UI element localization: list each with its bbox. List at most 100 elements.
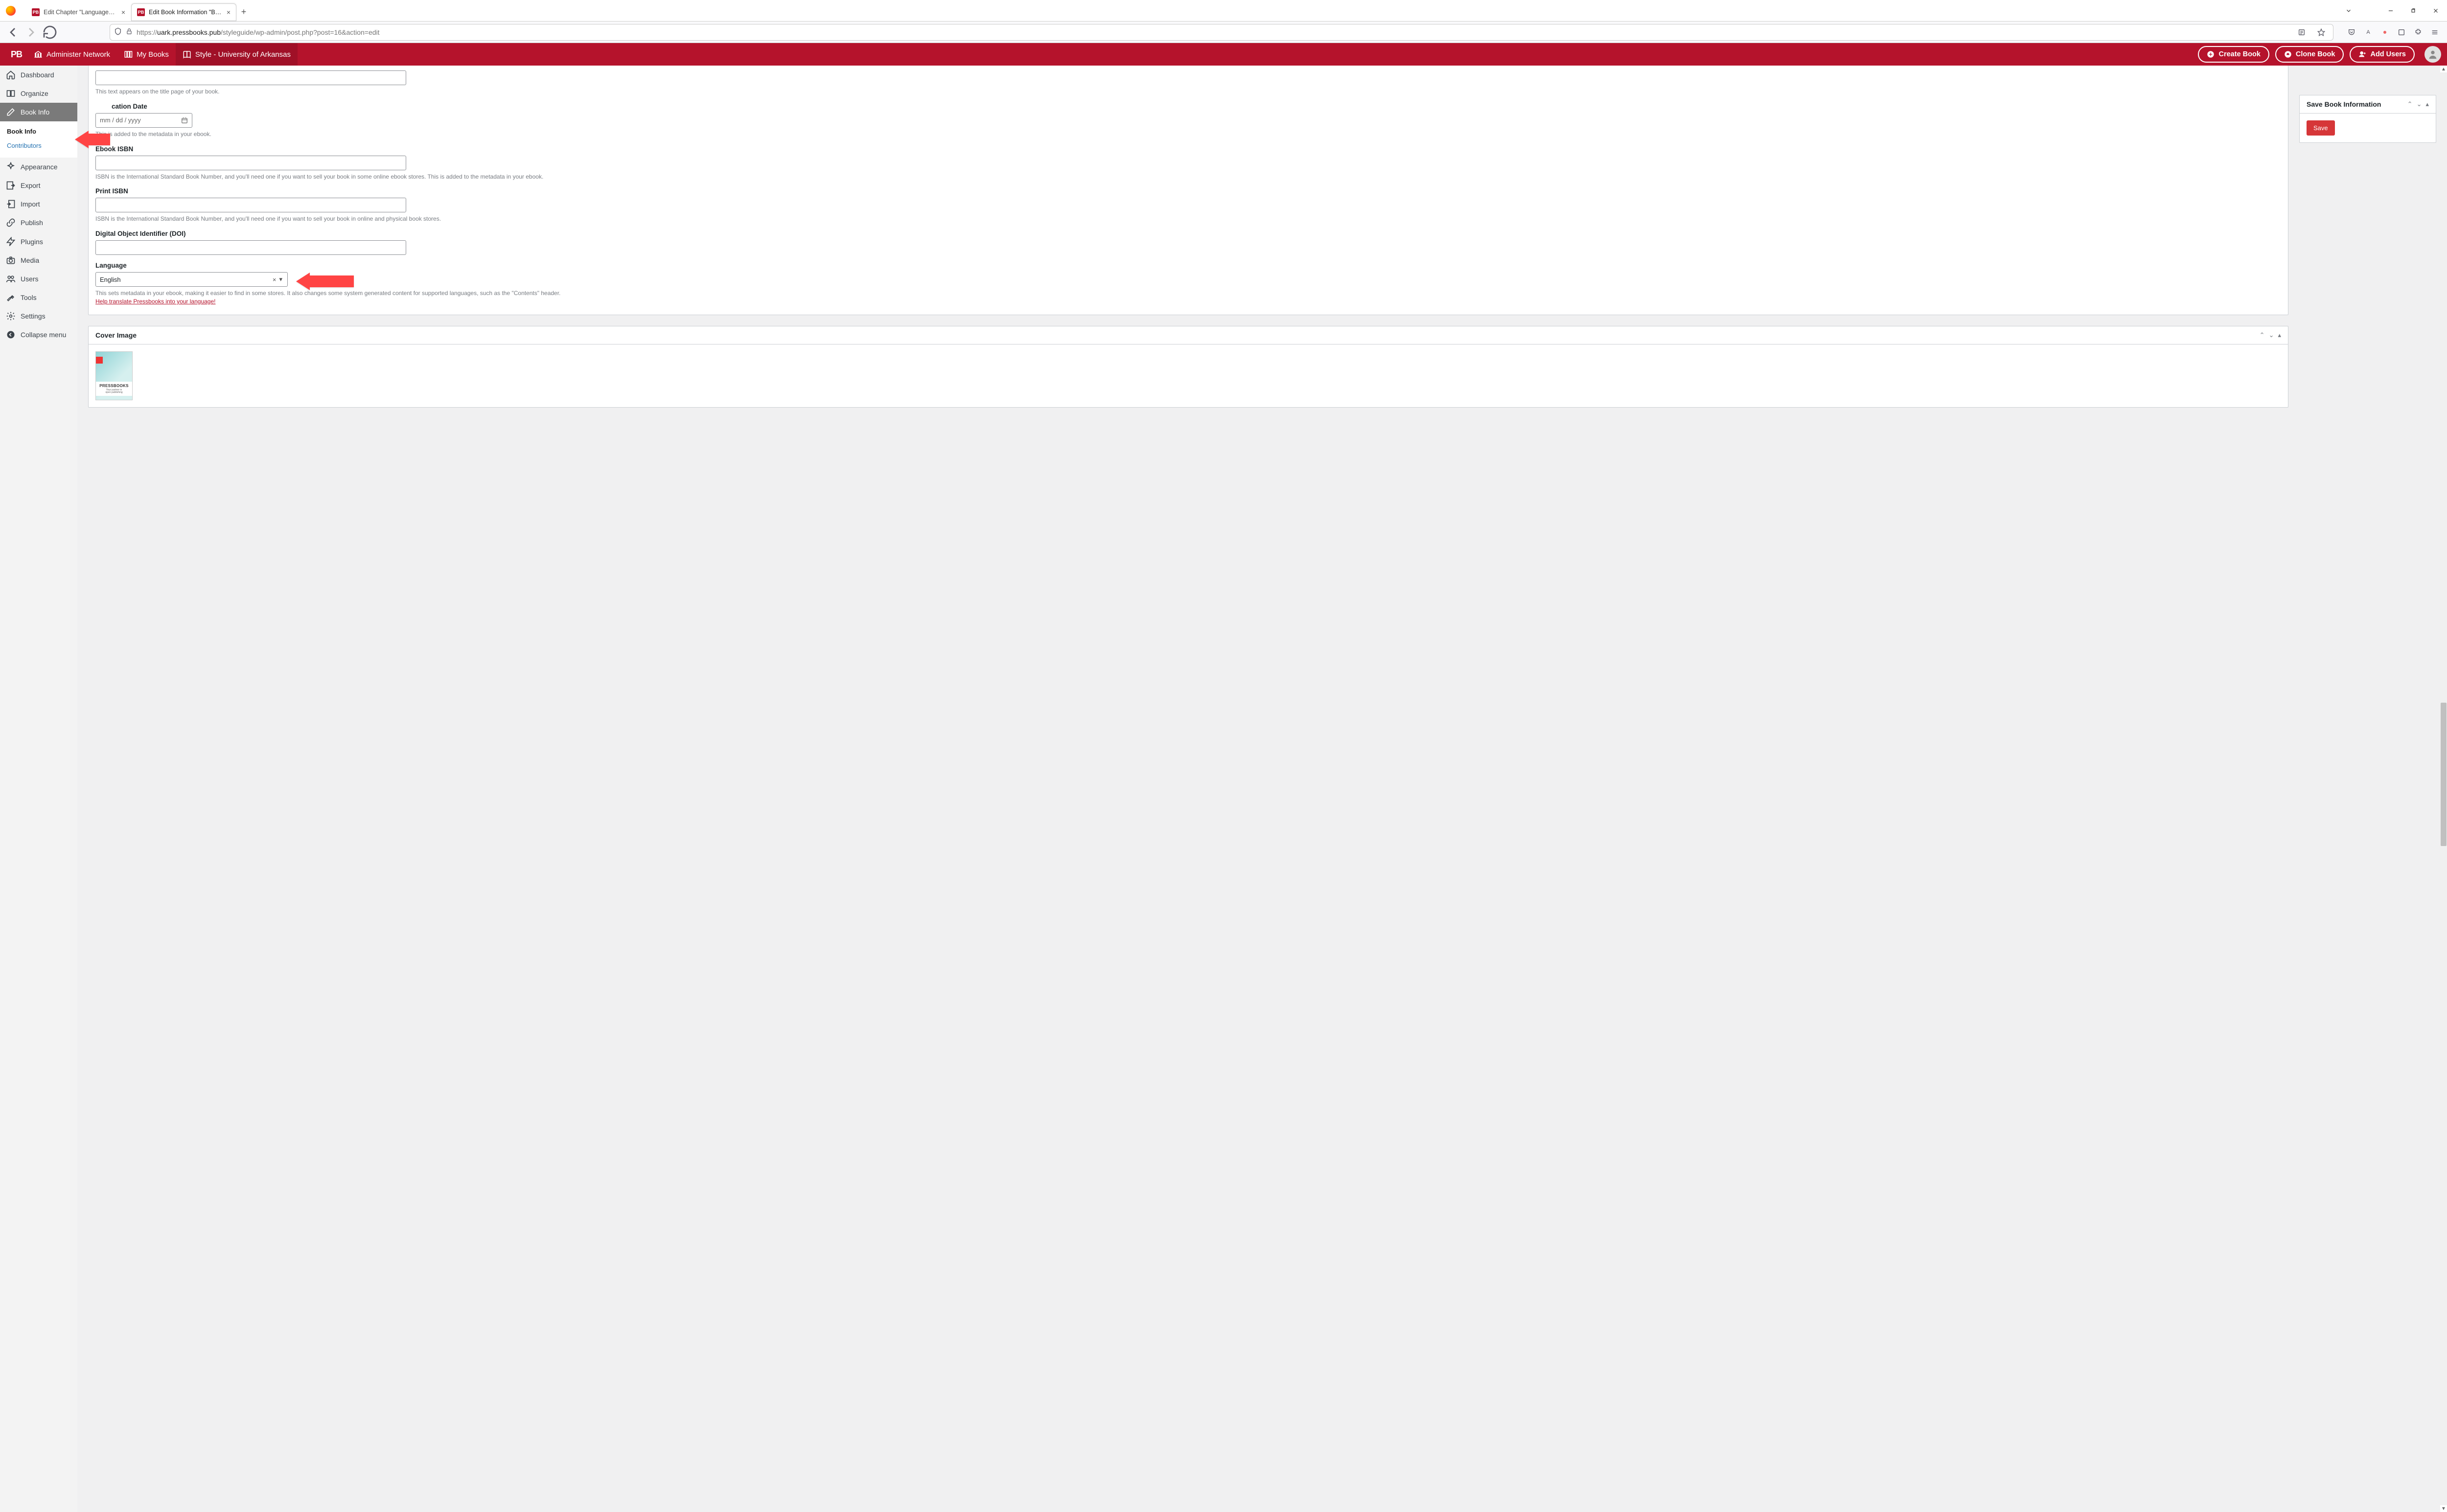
publication-date-input[interactable]: mm / dd / yyyy — [95, 113, 192, 128]
metadata-postbox: This text appears on the title page of y… — [88, 66, 2288, 315]
sidebar-item-import[interactable]: Import — [0, 195, 77, 213]
url-text: https://uark.pressbooks.pub/styleguide/w… — [137, 28, 2290, 36]
firefox-icon — [6, 6, 16, 16]
main-content: This text appears on the title page of y… — [77, 66, 2447, 1512]
workspace: Dashboard Organize Book Info Book Info C… — [0, 66, 2447, 1512]
translate-link[interactable]: Help translate Pressbooks into your lang… — [95, 298, 215, 305]
print-isbn-input[interactable] — [95, 198, 406, 212]
sidebar-item-export[interactable]: Export — [0, 176, 77, 195]
field-label: Print ISBN — [95, 187, 2281, 195]
adminbar-administer-network[interactable]: Administer Network — [27, 43, 117, 66]
extension-icon-1[interactable] — [2378, 24, 2392, 40]
browser-toolbar: https://uark.pressbooks.pub/styleguide/w… — [0, 22, 2447, 43]
move-up-icon[interactable]: ⌃ — [2260, 331, 2265, 339]
annotation-arrow-language — [296, 273, 354, 290]
open-book-icon — [6, 89, 16, 98]
adminbar-current-book[interactable]: Style - University of Arkansas — [176, 43, 298, 66]
window-close-button[interactable] — [2424, 0, 2447, 22]
pressbooks-favicon-icon: PB — [32, 8, 40, 16]
add-users-button[interactable]: Add Users — [2350, 46, 2415, 63]
chevron-down-icon[interactable]: ▾ — [278, 275, 283, 283]
tabs-dropdown-icon[interactable] — [2337, 0, 2360, 22]
reader-mode-icon[interactable] — [2294, 24, 2309, 40]
sidebar-item-organize[interactable]: Organize — [0, 84, 77, 103]
scroll-down-icon[interactable]: ▼ — [2440, 1505, 2447, 1512]
cover-image-postbox: Cover Image ⌃ ⌄ ▴ PRESSBOOKS Your partne… — [88, 326, 2288, 408]
adminbar-my-books[interactable]: My Books — [117, 43, 176, 66]
browser-tab-1[interactable]: PB Edit Chapter "Languages" ‹ Styl × — [26, 3, 131, 21]
admin-sidebar: Dashboard Organize Book Info Book Info C… — [0, 66, 77, 1512]
pressbooks-admin-bar: PB Administer Network My Books Style - U… — [0, 43, 2447, 66]
open-book-icon — [183, 50, 191, 59]
doi-field: Digital Object Identifier (DOI) — [95, 230, 2281, 255]
url-bar[interactable]: https://uark.pressbooks.pub/styleguide/w… — [110, 24, 2333, 41]
save-button[interactable]: Save — [2307, 120, 2335, 136]
sidebar-item-appearance[interactable]: Appearance — [0, 158, 77, 176]
sparkle-icon — [6, 162, 16, 172]
sidebar-item-plugins[interactable]: Plugins — [0, 232, 77, 251]
clear-icon[interactable]: × — [271, 276, 278, 283]
sidebar-item-publish[interactable]: Publish — [0, 213, 77, 232]
tab-close-icon[interactable]: × — [227, 8, 231, 16]
text-size-icon[interactable]: A — [2361, 24, 2376, 40]
sidebar-item-collapse[interactable]: Collapse menu — [0, 325, 77, 344]
postbox-title: Save Book Information — [2307, 100, 2381, 108]
tab-close-icon[interactable]: × — [121, 8, 125, 16]
new-tab-button[interactable]: + — [236, 7, 251, 17]
ebook-isbn-input[interactable] — [95, 156, 406, 170]
sidebar-item-settings[interactable]: Settings — [0, 307, 77, 325]
browser-tab-2[interactable]: PB Edit Book Information "Book Inf × — [131, 3, 236, 21]
create-book-button[interactable]: Create Book — [2198, 46, 2269, 63]
publication-date-field: Publication Date mm / dd / yyyy This is … — [95, 103, 2281, 138]
sidebar-item-users[interactable]: Users — [0, 270, 77, 288]
window-minimize-button[interactable] — [2379, 0, 2402, 22]
sidebar-item-tools[interactable]: Tools — [0, 288, 77, 307]
toggle-panel-icon[interactable]: ▴ — [2278, 331, 2281, 339]
scrollbar-thumb[interactable] — [2441, 703, 2447, 846]
language-select[interactable]: English × ▾ — [95, 272, 288, 287]
sidebar-item-bookinfo[interactable]: Book Info — [0, 103, 77, 121]
titlepage-text-input[interactable] — [95, 70, 406, 85]
app-menu-icon[interactable] — [2427, 24, 2442, 40]
doi-input[interactable] — [95, 240, 406, 255]
sidebar-item-media[interactable]: Media — [0, 251, 77, 270]
save-postbox: Save Book Information ⌃ ⌄ ▴ Save — [2299, 95, 2436, 143]
sidebar-sub-bookinfo[interactable]: Book Info — [0, 124, 77, 138]
sidebar-sub-contributors[interactable]: Contributors — [0, 138, 77, 153]
scroll-up-icon[interactable]: ▲ — [2440, 66, 2447, 72]
plus-circle-icon — [2207, 50, 2215, 58]
pressbooks-favicon-icon: PB — [137, 8, 145, 16]
nav-forward-button[interactable] — [23, 24, 39, 40]
calendar-icon — [181, 117, 188, 124]
clone-book-button[interactable]: Clone Book — [2275, 46, 2344, 63]
books-icon — [124, 50, 133, 59]
nav-back-button[interactable] — [5, 24, 21, 40]
window-restore-button[interactable] — [2402, 0, 2424, 22]
hint-text: ISBN is the International Standard Book … — [95, 173, 2281, 181]
sidebar-submenu-bookinfo: Book Info Contributors — [0, 121, 77, 158]
field-label: Ebook ISBN — [95, 145, 2281, 153]
pocket-icon[interactable] — [2344, 24, 2359, 40]
hint-text: This is added to the metadata in your eb… — [95, 130, 2281, 138]
move-up-icon[interactable]: ⌃ — [2407, 100, 2413, 108]
clone-circle-icon — [2284, 50, 2292, 58]
gear-icon — [6, 311, 16, 321]
link-icon — [6, 218, 16, 228]
pressbooks-logo[interactable]: PB — [6, 49, 27, 60]
move-down-icon[interactable]: ⌄ — [2417, 100, 2422, 108]
field-label: Language — [95, 262, 2281, 269]
extension-icon-2[interactable] — [2394, 24, 2409, 40]
toggle-panel-icon[interactable]: ▴ — [2425, 100, 2429, 108]
nav-reload-button[interactable] — [42, 24, 58, 40]
vertical-scrollbar[interactable]: ▲ ▼ — [2440, 66, 2447, 1512]
cover-image-thumbnail[interactable]: PRESSBOOKS Your partner inopen publishin… — [95, 351, 133, 400]
collapse-icon — [6, 330, 16, 340]
user-plus-icon — [2358, 50, 2366, 58]
move-down-icon[interactable]: ⌄ — [2269, 331, 2274, 339]
field-label: Digital Object Identifier (DOI) — [95, 230, 2281, 237]
sidebar-item-dashboard[interactable]: Dashboard — [0, 66, 77, 84]
extensions-icon[interactable] — [2411, 24, 2425, 40]
user-avatar[interactable] — [2424, 46, 2441, 63]
hint-text: This sets metadata in your ebook, making… — [95, 289, 2281, 306]
bookmark-star-icon[interactable] — [2313, 24, 2329, 40]
